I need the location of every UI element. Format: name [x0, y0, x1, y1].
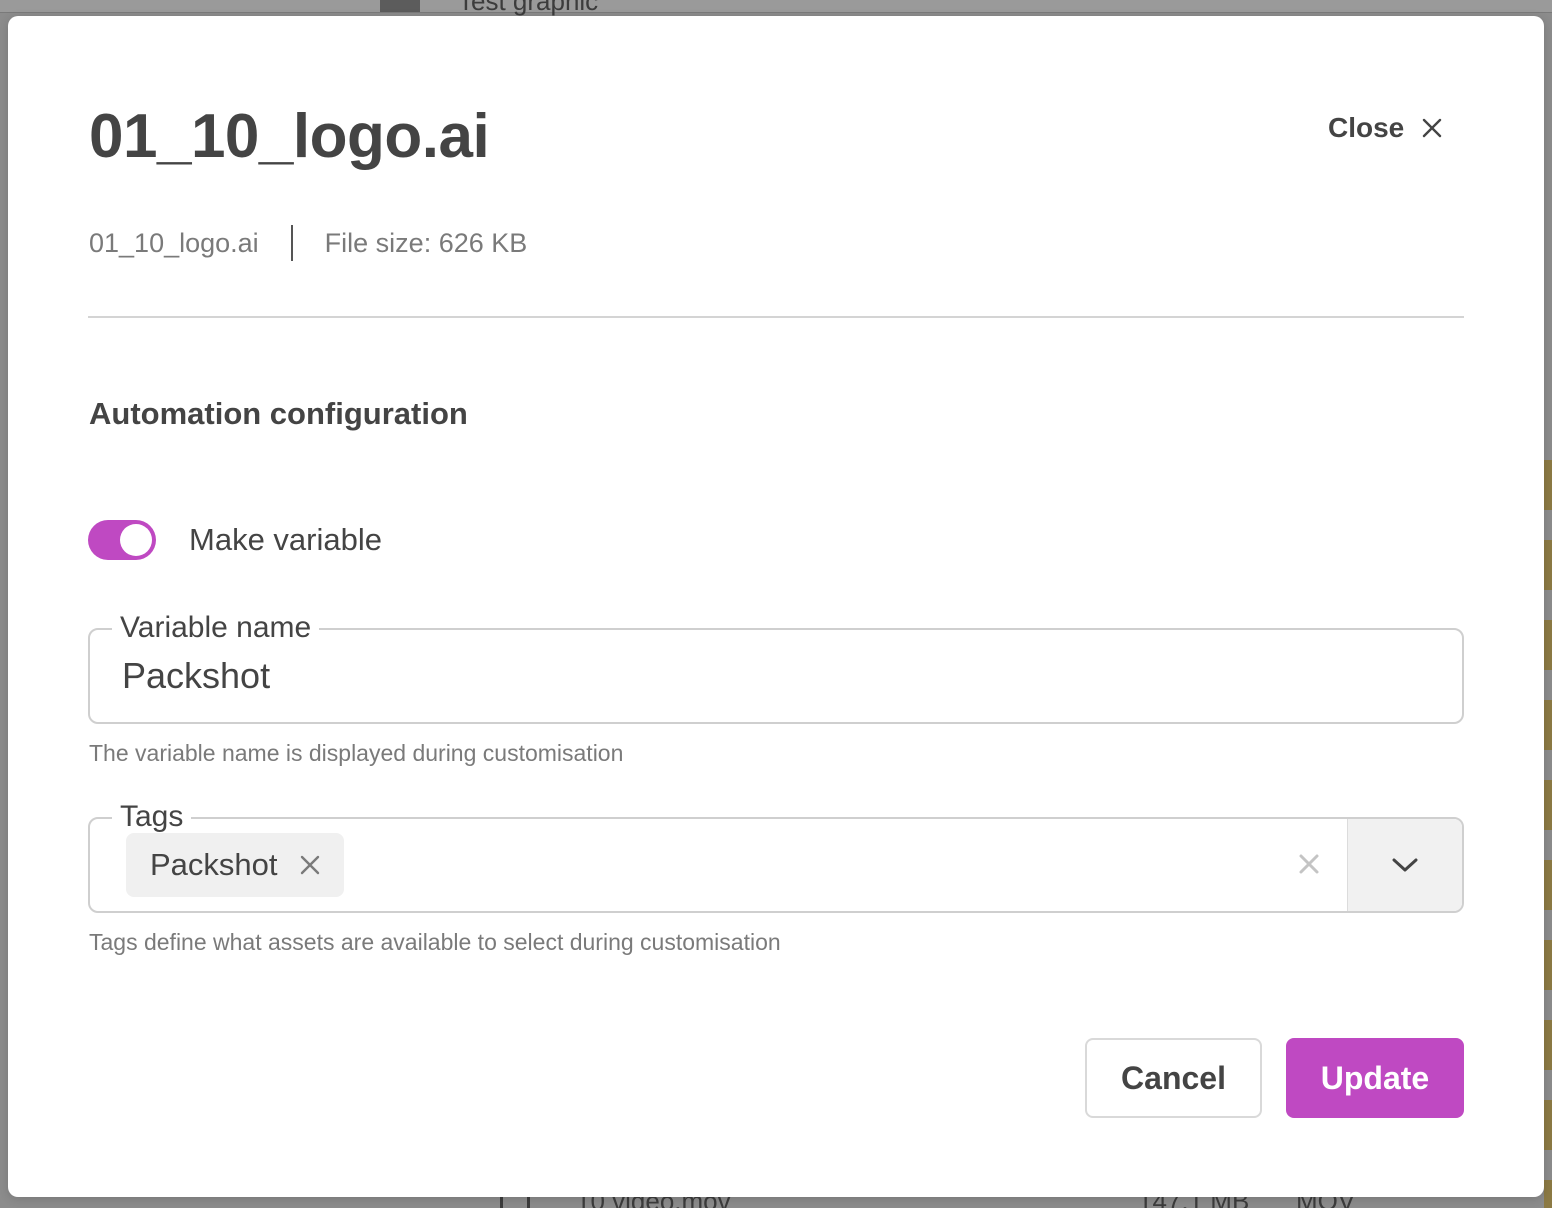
variable-name-input[interactable]	[122, 652, 1422, 700]
tags-helper: Tags define what assets are available to…	[89, 929, 781, 955]
close-icon	[1422, 118, 1442, 138]
background-header: Test graphic	[0, 0, 1552, 16]
variable-name-helper: The variable name is displayed during cu…	[89, 740, 624, 766]
asset-settings-modal: 01_10_logo.ai Close 01_10_logo.ai File s…	[8, 16, 1544, 1197]
meta-divider	[290, 225, 293, 261]
remove-tag-icon[interactable]	[300, 855, 320, 875]
background-thumbnail-column	[1544, 460, 1552, 1208]
file-name: 01_10_logo.ai	[89, 227, 259, 258]
tags-field: Tags Packshot	[88, 797, 1464, 913]
modal-title: 01_10_logo.ai	[89, 102, 490, 171]
file-meta: 01_10_logo.ai File size: 626 KB	[89, 222, 527, 264]
close-button[interactable]: Close	[1328, 106, 1442, 150]
make-variable-row: Make variable	[88, 520, 382, 560]
update-button[interactable]: Update	[1286, 1038, 1464, 1118]
variable-name-label: Variable name	[112, 608, 320, 648]
background-row-title: Test graphic	[458, 0, 599, 16]
variable-name-field: Variable name	[88, 608, 1464, 724]
tag-chip: Packshot	[126, 833, 344, 897]
section-title: Automation configuration	[89, 396, 468, 431]
toggle-knob	[120, 524, 152, 556]
chevron-down-icon	[1392, 857, 1418, 873]
make-variable-label: Make variable	[189, 522, 382, 557]
background-thumbnail	[380, 0, 420, 12]
clear-tags-icon[interactable]	[1298, 853, 1320, 875]
file-size: File size: 626 KB	[324, 227, 528, 258]
tags-label: Tags	[112, 797, 192, 837]
make-variable-toggle[interactable]	[88, 520, 156, 560]
background-table-row: 10 video.mov 147.1 MB MOV	[0, 1186, 1552, 1208]
tags-dropdown-button[interactable]	[1347, 819, 1462, 911]
tag-chip-label: Packshot	[150, 847, 278, 882]
close-label: Close	[1328, 112, 1405, 143]
section-divider	[88, 316, 1464, 318]
cancel-button[interactable]: Cancel	[1085, 1038, 1262, 1118]
